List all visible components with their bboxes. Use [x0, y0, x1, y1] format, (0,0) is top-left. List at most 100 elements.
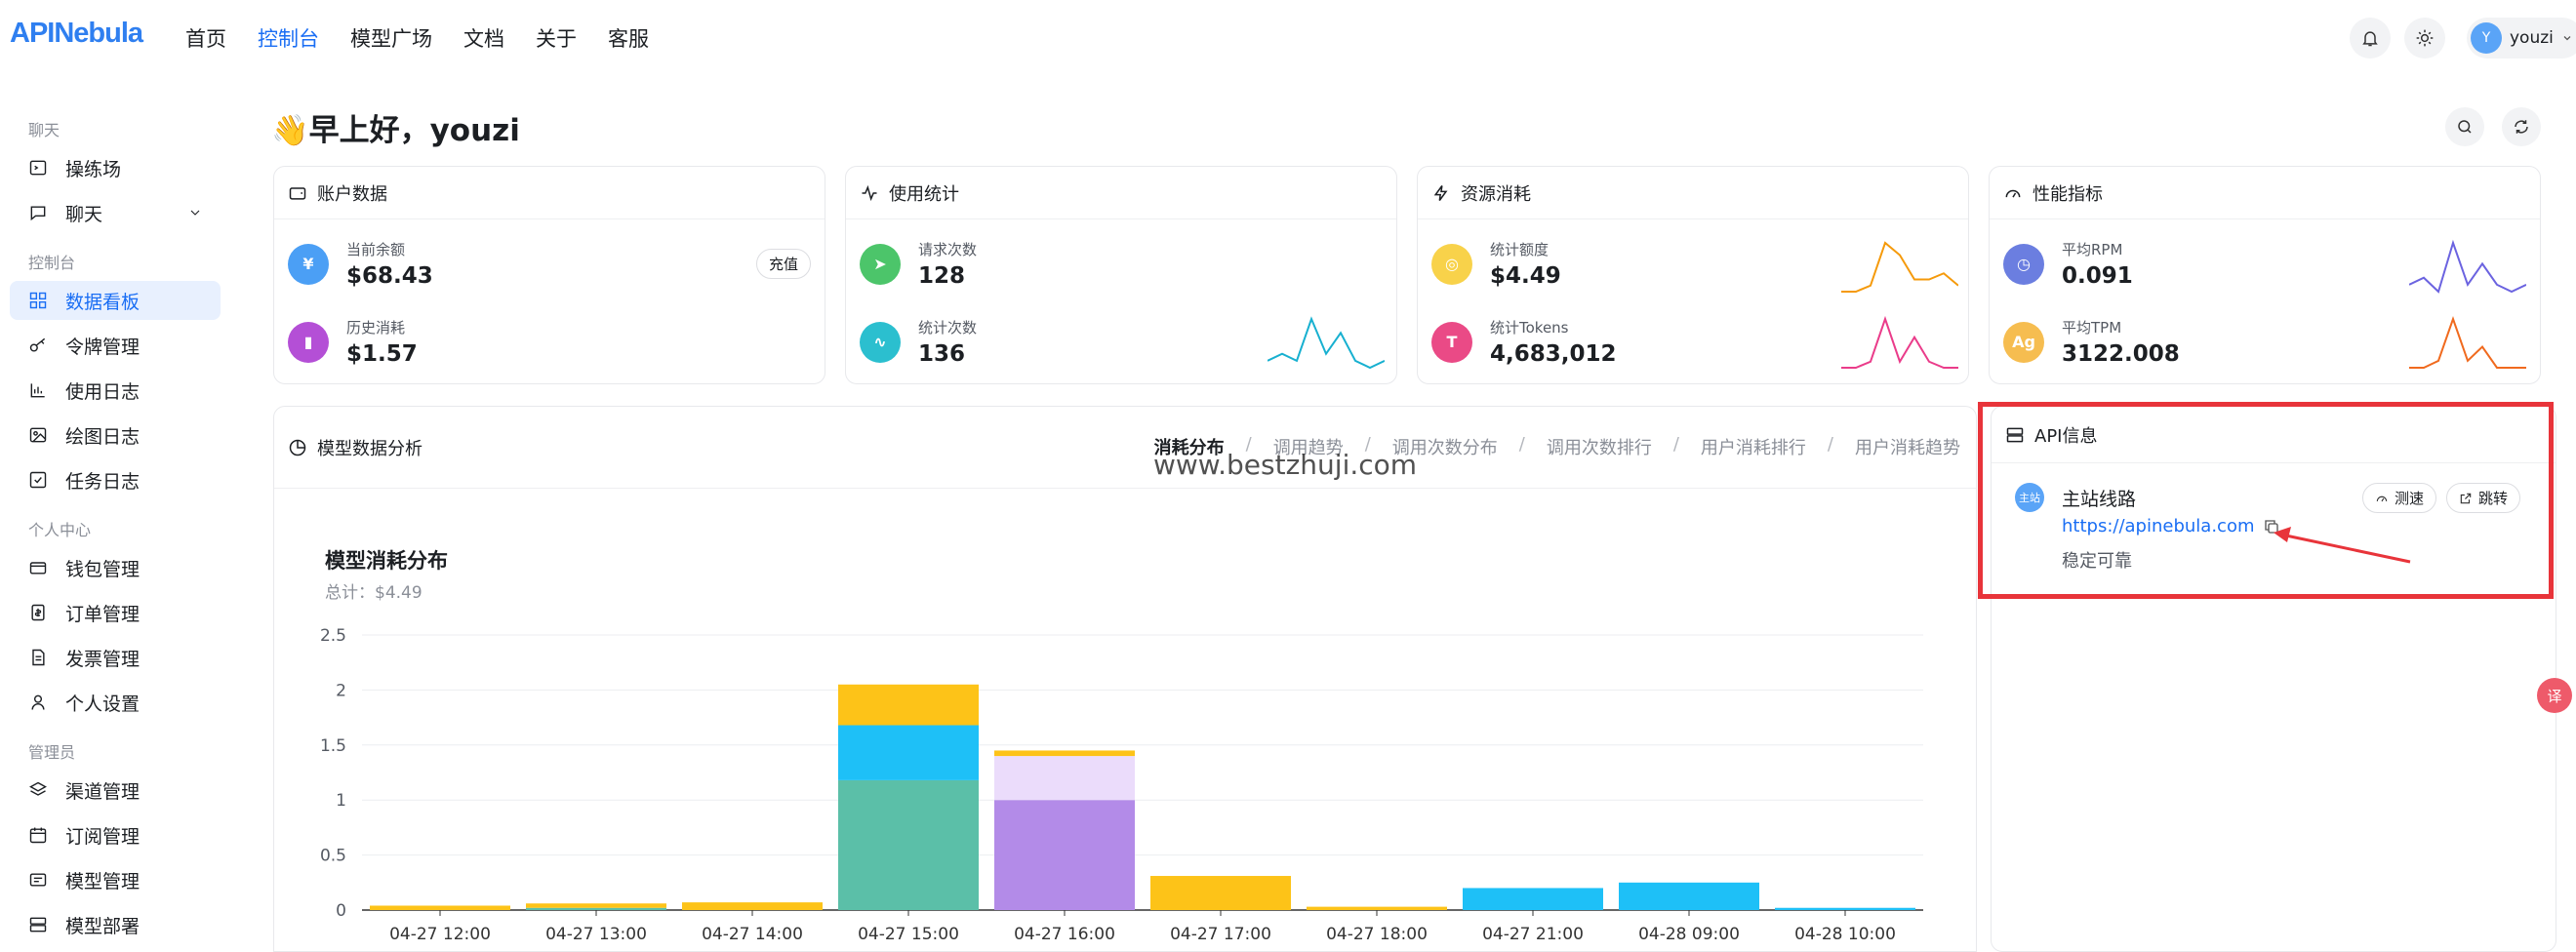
- watermark: www.bestzhuji.com: [1153, 449, 1418, 481]
- model-analysis-panel: 模型数据分析 消耗分布 / 调用趋势 / 调用次数分布 / 调用次数排行 / 用户消耗排…: [273, 406, 1977, 952]
- bar-segment[interactable]: [838, 684, 979, 726]
- tab-separator: /: [1518, 434, 1525, 455]
- user-icon: [31, 694, 45, 710]
- sidebar-item-playground[interactable]: 操练场: [10, 148, 221, 187]
- stat-label: 统计额度: [1490, 241, 1550, 258]
- sparkline-series: [1841, 315, 1958, 369]
- bar-segment[interactable]: [1150, 876, 1291, 910]
- stat-label: 请求次数: [918, 241, 978, 258]
- history-cost-stat: ▮ 历史消耗 $1.57: [288, 317, 418, 367]
- nav-model-plaza[interactable]: 模型广场: [350, 23, 432, 53]
- x-tick-label: 04-27 18:00: [1326, 925, 1428, 944]
- x-tick-label: 04-27 21:00: [1482, 925, 1584, 944]
- nav-about[interactable]: 关于: [536, 23, 577, 53]
- card-title: 性能指标: [2033, 183, 2103, 205]
- sidebar-item-usage-log[interactable]: 使用日志: [10, 371, 221, 410]
- card-title: 使用统计: [889, 183, 959, 205]
- stat-value: 0.091: [2062, 263, 2133, 289]
- sidebar-item-label: 任务日志: [65, 470, 141, 493]
- y-tick-label: 0: [336, 901, 346, 921]
- bar-segment[interactable]: [1463, 888, 1603, 910]
- chart-title: 模型消耗分布: [325, 549, 448, 573]
- usage-card: 使用统计 ➤ 请求次数 128 ∿ 统计次数 136: [845, 166, 1397, 384]
- nav-home[interactable]: 首页: [185, 23, 226, 53]
- quota-stat: ◎ 统计额度 $4.49: [1431, 239, 1561, 289]
- chart-total: 总计：$4.49: [325, 583, 423, 603]
- x-tick-label: 04-27 13:00: [545, 925, 647, 944]
- bar-segment[interactable]: [838, 779, 979, 910]
- bar-segment[interactable]: [1307, 906, 1447, 910]
- x-tick-label: 04-28 09:00: [1638, 925, 1740, 944]
- theme-sun-icon[interactable]: [2404, 18, 2445, 59]
- sidebar-item-orders[interactable]: 订单管理: [10, 593, 221, 632]
- sidebar-item-task-log[interactable]: 任务日志: [10, 460, 221, 499]
- tab-user-cost-ranking[interactable]: 用户消耗排行: [1701, 434, 1806, 459]
- sidebar-item-label: 绘图日志: [65, 425, 141, 448]
- bar-segment[interactable]: [370, 905, 510, 910]
- user-menu[interactable]: Y youzi: [2467, 18, 2576, 59]
- balance-stat: ¥ 当前余额 $68.43: [288, 239, 433, 289]
- sidebar-item-settings[interactable]: 个人设置: [10, 683, 221, 722]
- card-header: 性能指标: [1990, 167, 2540, 219]
- sidebar-item-channels[interactable]: 渠道管理: [10, 771, 221, 810]
- stat-value: 3122.008: [2062, 341, 2180, 367]
- top-header: APINebula 首页 控制台 模型广场 文档 关于 客服 Y youzi: [0, 0, 2576, 78]
- stat-value: 136: [918, 341, 966, 367]
- coin-icon: ¥: [288, 243, 329, 285]
- bar-segment[interactable]: [526, 907, 666, 910]
- activity-icon: [862, 184, 877, 201]
- stat-value: 128: [918, 263, 966, 289]
- card-title: 账户数据: [317, 183, 387, 205]
- sidebar-item-label: 渠道管理: [65, 780, 141, 803]
- recharge-button[interactable]: 充值: [756, 249, 812, 279]
- rpm-sparkline: [2409, 239, 2526, 294]
- logo[interactable]: APINebula: [10, 18, 143, 50]
- nav-console[interactable]: 控制台: [258, 23, 319, 53]
- pulse-icon: ∿: [860, 321, 901, 363]
- bar-segment[interactable]: [994, 756, 1135, 801]
- sidebar-item-wallet[interactable]: 钱包管理: [10, 548, 221, 587]
- gauge-icon: [2005, 189, 2021, 198]
- translate-float-icon[interactable]: 译: [2537, 678, 2572, 713]
- bar-segment[interactable]: [994, 750, 1135, 757]
- sidebar-item-drawing-log[interactable]: 绘图日志: [10, 416, 221, 455]
- sidebar-item-label: 订单管理: [65, 603, 141, 625]
- sidebar-item-dashboard[interactable]: 数据看板: [10, 281, 221, 320]
- sidebar-group-chat: 聊天: [28, 121, 60, 139]
- deploy-icon: [29, 917, 47, 932]
- bar-segment[interactable]: [1775, 907, 1915, 910]
- card-header: 账户数据: [274, 167, 825, 219]
- sidebar-item-models[interactable]: 模型管理: [10, 860, 221, 899]
- wallet-icon: [29, 562, 47, 575]
- stat-value: $68.43: [346, 263, 433, 289]
- bar-segment[interactable]: [1619, 882, 1759, 910]
- tab-call-ranking[interactable]: 调用次数排行: [1547, 434, 1652, 459]
- y-tick-label: 2: [336, 681, 346, 700]
- search-icon[interactable]: [2445, 107, 2484, 146]
- bell-icon[interactable]: [2350, 18, 2391, 59]
- stat-value: $4.49: [1490, 263, 1561, 289]
- arrow-annotation: [2274, 527, 2411, 564]
- x-tick-label: 04-27 15:00: [858, 925, 959, 944]
- sidebar-group-personal: 个人中心: [28, 521, 92, 539]
- tokens-sparkline: [1841, 315, 1958, 369]
- stat-count-stat: ∿ 统计次数 136: [860, 317, 977, 367]
- tab-user-cost-trend[interactable]: 用户消耗趋势: [1855, 434, 1960, 459]
- nav-docs[interactable]: 文档: [463, 23, 504, 53]
- refresh-icon[interactable]: [2502, 107, 2541, 146]
- x-tick-label: 04-28 10:00: [1794, 925, 1896, 944]
- sidebar-item-subscriptions[interactable]: 订阅管理: [10, 815, 221, 854]
- chevron-down-icon: [190, 210, 200, 216]
- bar-segment[interactable]: [838, 725, 979, 780]
- bar-segment[interactable]: [682, 902, 823, 910]
- bar-segment[interactable]: [526, 903, 666, 908]
- sidebar-item-chat[interactable]: 聊天: [10, 193, 221, 232]
- sidebar-item-tokens[interactable]: 令牌管理: [10, 326, 221, 365]
- nav-support[interactable]: 客服: [608, 23, 649, 53]
- sparkline-series: [1841, 241, 1958, 293]
- sidebar-item-invoices[interactable]: 发票管理: [10, 638, 221, 677]
- sidebar-group-console: 控制台: [28, 254, 76, 272]
- sidebar-item-label: 模型部署: [65, 915, 141, 937]
- bar-segment[interactable]: [994, 800, 1135, 910]
- sidebar-item-deploy[interactable]: 模型部署: [10, 905, 221, 944]
